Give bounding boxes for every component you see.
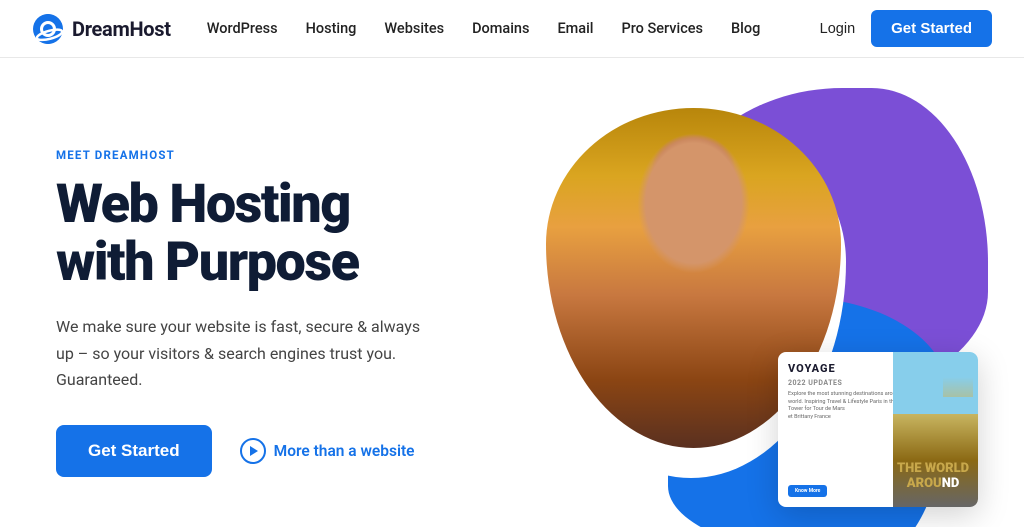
hero-section: MEET DREAMHOST Web Hosting with Purpose …: [0, 58, 1024, 527]
voyage-image: THE WORLDAROUND: [893, 352, 978, 507]
hero-title: Web Hosting with Purpose: [56, 176, 516, 293]
voyage-overlay-text: THE WORLDAROUND: [893, 462, 973, 491]
hero-left: MEET DREAMHOST Web Hosting with Purpose …: [56, 148, 516, 478]
play-triangle-icon: [250, 446, 258, 456]
nav-right: Login Get Started: [820, 10, 992, 47]
hero-title-line1: Web Hosting: [56, 173, 350, 236]
logo-icon: [32, 13, 64, 45]
hero-subtitle: We make sure your website is fast, secur…: [56, 314, 436, 393]
nav-hosting[interactable]: Hosting: [306, 20, 357, 37]
nav-get-started-button[interactable]: Get Started: [871, 10, 992, 47]
more-than-website-link[interactable]: More than a website: [240, 438, 415, 464]
nav-email[interactable]: Email: [557, 20, 593, 37]
nav-wordpress[interactable]: WordPress: [207, 20, 278, 37]
navbar: DreamHost WordPress Hosting Websites Dom…: [0, 0, 1024, 58]
nav-pro-services[interactable]: Pro Services: [621, 20, 703, 37]
play-circle-icon: [240, 438, 266, 464]
hero-title-line2: with Purpose: [56, 231, 359, 294]
nav-domains[interactable]: Domains: [472, 20, 529, 37]
voyage-arch: [943, 357, 973, 397]
nav-blog[interactable]: Blog: [731, 20, 760, 37]
logo-text: DreamHost: [72, 17, 171, 41]
login-button[interactable]: Login: [820, 21, 855, 37]
hero-right: VOYAGE 2022 UPDATES Explore the most stu…: [516, 98, 968, 527]
nav-websites[interactable]: Websites: [384, 20, 444, 37]
meet-label: MEET DREAMHOST: [56, 148, 516, 162]
more-label: More than a website: [274, 442, 415, 460]
logo[interactable]: DreamHost: [32, 13, 171, 45]
voyage-card: VOYAGE 2022 UPDATES Explore the most stu…: [778, 352, 978, 507]
hero-get-started-button[interactable]: Get Started: [56, 425, 212, 477]
nav-links: WordPress Hosting Websites Domains Email…: [207, 20, 820, 37]
hero-actions: Get Started More than a website: [56, 425, 516, 477]
